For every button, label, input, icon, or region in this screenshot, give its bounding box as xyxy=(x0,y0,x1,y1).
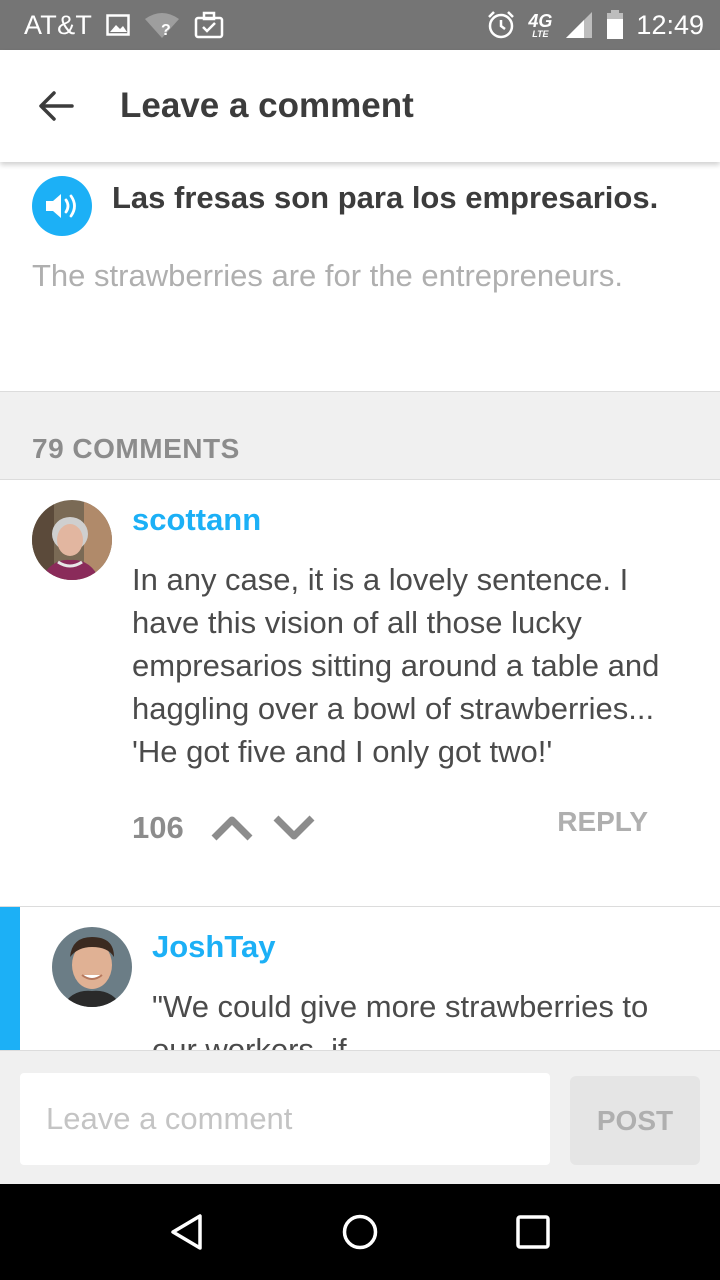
app-bar: Leave a comment xyxy=(0,50,720,162)
nav-recents-button[interactable] xyxy=(493,1192,573,1272)
speaker-icon xyxy=(46,194,76,218)
vote-count: 106 xyxy=(132,810,184,845)
reply-indicator-bar xyxy=(0,907,20,1050)
signal-icon xyxy=(564,11,594,39)
briefcase-icon xyxy=(194,11,224,39)
play-audio-button[interactable] xyxy=(32,176,92,236)
image-icon xyxy=(106,14,130,36)
chevron-up-icon xyxy=(211,816,253,841)
sentence-text: Las fresas son para los empresarios. xyxy=(112,180,659,215)
sentence-card: Las fresas son para los empresarios. The… xyxy=(0,162,720,392)
home-circle-icon xyxy=(342,1214,378,1250)
wifi-icon: ? xyxy=(144,11,180,39)
avatar[interactable] xyxy=(32,500,112,580)
comment-username[interactable]: scottann xyxy=(132,500,688,540)
comment-text: In any case, it is a lovely sentence. I … xyxy=(132,562,660,769)
main-content[interactable]: Las fresas son para los empresarios. The… xyxy=(0,162,720,1050)
recents-square-icon xyxy=(516,1215,551,1249)
clock-time: 12:49 xyxy=(636,9,704,40)
comments-header: 79 COMMENTS xyxy=(0,392,720,480)
carrier-label: AT&T xyxy=(24,9,93,40)
comment-composer: POST xyxy=(0,1050,720,1184)
status-bar: AT&T ? 4G LTE 12:49 xyxy=(0,0,720,50)
comment-username[interactable]: JoshTay xyxy=(152,927,688,967)
page-title: Leave a comment xyxy=(120,86,414,125)
reply-button[interactable]: REPLY xyxy=(557,806,648,838)
post-button[interactable]: POST xyxy=(570,1076,700,1165)
comment-input[interactable] xyxy=(20,1073,550,1165)
system-nav-bar xyxy=(0,1184,720,1280)
nav-home-button[interactable] xyxy=(320,1192,400,1272)
svg-text:?: ? xyxy=(161,22,171,39)
comments-count: 79 COMMENTS xyxy=(32,433,240,464)
network-sub-label: LTE xyxy=(532,28,549,39)
comment-actions: 106 REPLY xyxy=(132,806,648,846)
comment-item: scottann In any case, it is a lovely sen… xyxy=(0,480,720,907)
comment-item: JoshTay "We could give more strawberries… xyxy=(0,907,720,1050)
translation-text: The strawberries are for the entrepreneu… xyxy=(32,258,623,293)
downvote-button[interactable] xyxy=(272,814,316,842)
network-type-icon: 4G LTE xyxy=(528,12,552,39)
nav-back-button[interactable] xyxy=(147,1192,227,1272)
avatar[interactable] xyxy=(52,927,132,1007)
alarm-icon xyxy=(486,10,516,40)
comment-text: "We could give more strawberries to our … xyxy=(152,989,649,1050)
back-button[interactable] xyxy=(0,50,112,162)
network-label: 4G xyxy=(528,10,553,31)
back-triangle-icon xyxy=(170,1214,202,1250)
upvote-button[interactable] xyxy=(210,814,254,842)
arrow-left-icon xyxy=(39,91,74,121)
chevron-down-icon xyxy=(273,815,315,840)
battery-icon xyxy=(606,10,624,40)
